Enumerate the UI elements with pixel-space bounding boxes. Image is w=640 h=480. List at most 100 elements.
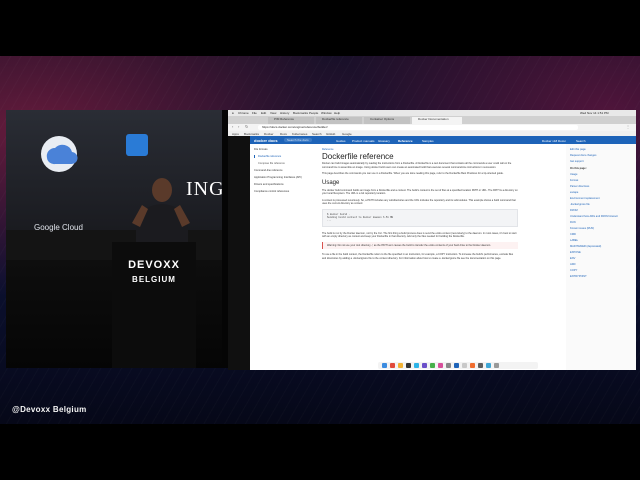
tab[interactable]: Dockerfile reference [316,117,362,124]
sidebar-item[interactable]: Compliance control references [254,190,308,193]
toc-item[interactable]: ENV [570,257,636,260]
app-icon[interactable] [470,363,475,368]
docs-search-input[interactable]: Search the docs [284,138,312,142]
toc-item[interactable]: ENTRYPOINT [570,275,636,278]
mac-dock [378,362,538,369]
nav-item-samples[interactable]: Samples [422,139,434,143]
chrome-icon[interactable] [398,363,403,368]
app-icon[interactable] [486,363,491,368]
sponsor-logo [126,134,148,156]
right-nav-header: Search [566,136,636,144]
app-icon[interactable] [462,363,467,368]
toc-item[interactable]: RUN [570,221,636,224]
app-icon[interactable] [430,363,435,368]
docs-content: Reference Dockerfile reference Docker ca… [322,148,518,264]
app-icon[interactable] [414,363,419,368]
menu-item[interactable]: Chrome [238,111,249,115]
toc-item[interactable]: Known issues (RUN) [570,227,636,230]
reload-icon[interactable]: ↻ [245,124,248,129]
menu-item[interactable]: History [280,111,289,115]
toc-item[interactable]: FROM [570,209,636,212]
toc-item[interactable]: Environment replacement [570,197,636,200]
back-icon[interactable]: ‹ [232,124,233,129]
section-heading: Usage [322,179,340,186]
toc-item[interactable]: Usage [570,173,636,176]
toc-item[interactable]: EXPOSE [570,251,636,254]
toc-item[interactable]: Format [570,179,636,182]
google-cloud-label: Google Cloud [34,223,83,232]
trash-icon[interactable] [494,363,499,368]
tab-strip: PIM Reference Dockerfile reference Conta… [228,116,636,124]
google-cloud-logo [41,136,78,172]
sidebar-item-active[interactable]: Dockerfile reference [254,155,308,158]
podium-subtitle: BELGIUM [132,275,176,284]
right-nav-label[interactable]: Search [576,139,586,143]
toc-item[interactable]: ADD [570,263,636,266]
toc-item[interactable]: COPY [570,269,636,272]
menu-item[interactable]: Window [321,111,332,115]
app-icon[interactable] [438,363,443,368]
podium: DEVOXX BELGIUM [112,242,196,368]
browser-screen: ● Chrome File Edit View History Bookmark… [228,110,636,370]
podium-brand: DEVOXX [128,259,180,271]
docker-icon[interactable] [454,363,459,368]
tab-active[interactable]: Docker Documentation [412,117,462,124]
app-icon[interactable] [478,363,483,368]
toc-item[interactable]: CMD [570,233,636,236]
sidebar-item[interactable]: Compose file reference [258,162,308,165]
menu-item[interactable]: File [252,111,257,115]
toc-item[interactable]: .dockerignore file [570,203,636,206]
app-icon[interactable] [446,363,451,368]
paragraph: A context is processed recursively. So, … [322,198,516,206]
warning-callout: Warning: Do not use your root directory,… [322,241,518,250]
address-bar: ‹ › ↻ https://docs.docker.com/engine/ref… [228,124,636,131]
toc-item[interactable]: escape [570,191,636,194]
menu-item[interactable]: View [270,111,276,115]
sidebar-item[interactable]: Command-line reference [254,169,308,172]
terminal-icon[interactable] [406,363,411,368]
toc-item[interactable]: MAINTAINER (deprecated) [570,245,636,248]
sidebar-item[interactable]: Application Programming Interfaces (API) [254,176,308,179]
docs-sidebar: File formats Dockerfile reference Compos… [250,148,308,197]
menu-item[interactable]: People [309,111,318,115]
code-line: ... [327,219,332,223]
apple-icon[interactable]: ● [232,111,234,115]
toc-item[interactable]: Parser directives [570,185,636,188]
code-block: $ docker build . Sending build context t… [322,208,518,227]
nav-item-reference[interactable]: Reference [398,139,413,143]
nav-item-glossary[interactable]: Glossary [378,139,390,143]
toc-item[interactable]: LABEL [570,239,636,242]
docs-page: File formats Dockerfile reference Compos… [250,144,588,370]
paragraph: Docker can build images automatically by… [322,162,512,169]
sidebar-item[interactable]: File formats [254,148,308,151]
devoxx-watermark: @Devoxx Belgium [12,405,87,414]
terminal-strip [228,136,250,370]
app-icon[interactable] [390,363,395,368]
tab[interactable]: PIM Reference [268,117,314,124]
edit-link[interactable]: Edit this page [570,148,636,151]
menu-item[interactable]: Bookmarks [293,111,308,115]
docker-docs-logo[interactable]: docker docs [254,138,278,143]
toc-item[interactable]: Understand how ARG and FROM interact [570,215,636,218]
tab[interactable]: Container Options [364,117,410,124]
paragraph: To use a file in the build context, the … [322,253,514,260]
nav-item-product-manuals[interactable]: Product manuals [352,139,375,143]
forward-icon[interactable]: › [238,124,239,129]
speaker-camera-feed: Google Cloud ING DEVOXX BELGIUM [6,110,222,368]
paragraph: This page describes the commands you can… [322,172,504,176]
video-stage: Google Cloud ING DEVOXX BELGIUM ● Chrome… [0,56,640,424]
support-link[interactable]: Get support [570,160,636,163]
finder-icon[interactable] [382,363,387,368]
menu-item[interactable]: Edit [261,111,266,115]
paragraph: The build is run by the Docker daemon, n… [322,231,517,239]
menu-icon[interactable]: ⋮ [626,124,630,129]
toc-sidebar: Edit this page Request docs changes Get … [566,144,636,370]
app-icon[interactable] [422,363,427,368]
nav-item-guides[interactable]: Guides [336,139,346,143]
toc-heading: On this page: [570,167,587,170]
paragraph: The docker build command builds an image… [322,188,518,196]
request-changes-link[interactable]: Request docs changes [570,154,636,157]
sidebar-item[interactable]: Drivers and specifications [254,183,308,186]
menu-item[interactable]: Help [334,111,340,115]
url-input[interactable]: https://docs.docker.com/engine/reference… [258,125,578,130]
